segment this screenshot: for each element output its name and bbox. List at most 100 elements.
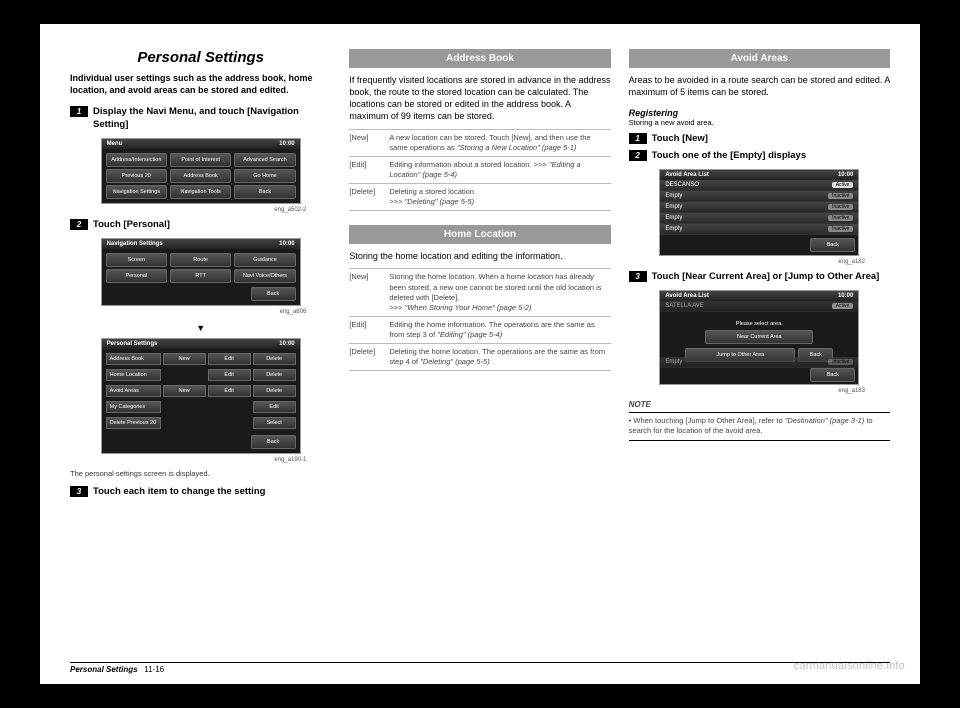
registering-heading: Registering bbox=[629, 108, 890, 118]
shot-title: Avoid Area List bbox=[665, 172, 709, 178]
table-row: [New]A new location can be stored. Touch… bbox=[349, 129, 610, 156]
section-address-book: Address Book bbox=[349, 49, 610, 68]
section-home-location: Home Location bbox=[349, 225, 610, 244]
note-title: NOTE bbox=[629, 400, 890, 413]
shot-time: 10:00 bbox=[838, 172, 853, 178]
list-item: DESCANSOActive bbox=[660, 180, 858, 191]
menu-btn: Address/Intersection bbox=[106, 153, 167, 167]
shot-time: 10:00 bbox=[279, 341, 294, 347]
caption: eng_a183 bbox=[629, 388, 865, 394]
down-arrow-icon: ▼ bbox=[70, 323, 331, 333]
avoid-step-1: 1 Touch [New] bbox=[629, 133, 890, 145]
page-footer: Personal Settings 11-16 bbox=[70, 662, 890, 674]
ps-row: Home Location.EditDelete bbox=[106, 369, 296, 381]
nav-btn: Navi Voice/Others bbox=[234, 269, 295, 283]
screenshot-avoid-list: Avoid Area List 10:00 DESCANSOActiveEmpt… bbox=[659, 169, 859, 256]
menu-btn: Navigation Settings bbox=[106, 185, 167, 199]
menu-btn: Address Book bbox=[170, 169, 231, 183]
menu-btn: Back bbox=[234, 185, 295, 199]
table-row: [Edit]Editing information about a stored… bbox=[349, 156, 610, 183]
caption: eng_a190-1 bbox=[70, 457, 306, 463]
ps-row: Avoid AreasNewEditDelete bbox=[106, 385, 296, 397]
step-number: 3 bbox=[70, 486, 88, 497]
table-row: [Delete]Deleting the home location. The … bbox=[349, 343, 610, 371]
screen-note: The personal settings screen is displaye… bbox=[70, 469, 331, 478]
near-current-btn: Near Current Area bbox=[705, 330, 813, 344]
ps-row: Address BookNewEditDelete bbox=[106, 353, 296, 365]
note-box: NOTE When touching [Jump to Other Area],… bbox=[629, 400, 890, 441]
avoid-step-3: 3 Touch [Near Current Area] or [Jump to … bbox=[629, 271, 890, 283]
section-avoid-areas: Avoid Areas bbox=[629, 49, 890, 68]
step-number: 1 bbox=[629, 133, 647, 144]
step-2: 2 Touch [Personal] bbox=[70, 219, 331, 231]
dialog-prompt: Please select area. bbox=[685, 321, 833, 327]
screenshot-avoid-dialog: Avoid Area List 10:00 SATELLA AVE Active… bbox=[659, 290, 859, 385]
home-body: Storing the home location and editing th… bbox=[349, 250, 610, 262]
step-text: Touch one of the [Empty] displays bbox=[652, 150, 806, 162]
shot-time: 10:00 bbox=[279, 241, 294, 247]
step-number: 2 bbox=[629, 150, 647, 161]
step-text: Touch [Personal] bbox=[93, 219, 170, 231]
caption: eng_a502-2 bbox=[70, 207, 306, 213]
shot-title: Navigation Settings bbox=[107, 241, 163, 247]
avoid-step-2: 2 Touch one of the [Empty] displays bbox=[629, 150, 890, 162]
status-badge: Inactive bbox=[828, 359, 853, 365]
column-3: Avoid Areas Areas to be avoided in a rou… bbox=[629, 49, 890, 654]
shot-title: Avoid Area List bbox=[665, 293, 709, 299]
shot-title: Personal Settings bbox=[107, 341, 158, 347]
list-item: EmptyInactive bbox=[660, 202, 858, 213]
list-item-label: Empty bbox=[665, 359, 682, 365]
step-text: Touch [New] bbox=[652, 133, 708, 145]
menu-btn: Navigation Tools bbox=[170, 185, 231, 199]
nav-btn: Screen bbox=[106, 253, 167, 267]
list-item-label: SATELLA AVE bbox=[665, 303, 703, 309]
list-item: EmptyInactive bbox=[660, 224, 858, 235]
nav-btn: Guidance bbox=[234, 253, 295, 267]
list-item: EmptyInactive bbox=[660, 213, 858, 224]
registering-sub: Storing a new avoid area. bbox=[629, 118, 890, 127]
menu-btn: Go Home bbox=[234, 169, 295, 183]
step-number: 3 bbox=[629, 271, 647, 282]
table-row: [Delete]Deleting a stored location.>>> "… bbox=[349, 183, 610, 211]
page-title: Personal Settings bbox=[70, 49, 331, 66]
step-number: 1 bbox=[70, 106, 88, 117]
nav-btn: Personal bbox=[106, 269, 167, 283]
screenshot-nav-settings: Navigation Settings 10:00 Screen Route G… bbox=[101, 238, 301, 306]
back-btn: Back bbox=[810, 368, 855, 382]
step-number: 2 bbox=[70, 219, 88, 230]
avoid-body: Areas to be avoided in a route search ca… bbox=[629, 74, 890, 98]
nav-btn: Route bbox=[170, 253, 231, 267]
nav-btn: RTT bbox=[170, 269, 231, 283]
home-table: [New]Storing the home location. When a h… bbox=[349, 268, 610, 371]
address-book-table: [New]A new location can be stored. Touch… bbox=[349, 129, 610, 212]
column-2: Address Book If frequently visited locat… bbox=[349, 49, 610, 654]
caption: eng_a606 bbox=[70, 309, 306, 315]
list-item: EmptyInactive bbox=[660, 191, 858, 202]
step-text: Display the Navi Menu, and touch [Naviga… bbox=[93, 106, 331, 131]
watermark: carmanualsonline.info bbox=[794, 660, 905, 672]
step-3: 3 Touch each item to change the setting bbox=[70, 486, 331, 498]
manual-page: Personal Settings Individual user settin… bbox=[40, 24, 920, 684]
shot-time: 10:00 bbox=[279, 141, 294, 147]
intro-text: Individual user settings such as the add… bbox=[70, 72, 331, 96]
step-1: 1 Display the Navi Menu, and touch [Navi… bbox=[70, 106, 331, 131]
table-row: [New]Storing the home location. When a h… bbox=[349, 268, 610, 316]
status-badge: Active bbox=[832, 303, 854, 309]
table-row: [Edit]Editing the home information. The … bbox=[349, 316, 610, 343]
column-1: Personal Settings Individual user settin… bbox=[70, 49, 331, 654]
address-book-body: If frequently visited locations are stor… bbox=[349, 74, 610, 123]
shot-title: Menu bbox=[107, 141, 123, 147]
menu-btn: Previous 20 bbox=[106, 169, 167, 183]
screenshot-personal-settings: Personal Settings 10:00 Address BookNewE… bbox=[101, 338, 301, 454]
caption: eng_a182 bbox=[629, 259, 865, 265]
menu-btn: Point of Interest bbox=[170, 153, 231, 167]
footer-title: Personal Settings bbox=[70, 665, 138, 674]
ps-row: Delete Previous 20..Select bbox=[106, 417, 296, 429]
note-item: When touching [Jump to Other Area], refe… bbox=[629, 416, 890, 436]
back-btn: Back bbox=[251, 287, 296, 301]
menu-btn: Advanced Search bbox=[234, 153, 295, 167]
back-btn: Back bbox=[810, 238, 855, 252]
step-text: Touch each item to change the setting bbox=[93, 486, 265, 498]
step-text: Touch [Near Current Area] or [Jump to Ot… bbox=[652, 271, 880, 283]
screenshot-menu: Menu 10:00 Address/Intersection Point of… bbox=[101, 138, 301, 204]
